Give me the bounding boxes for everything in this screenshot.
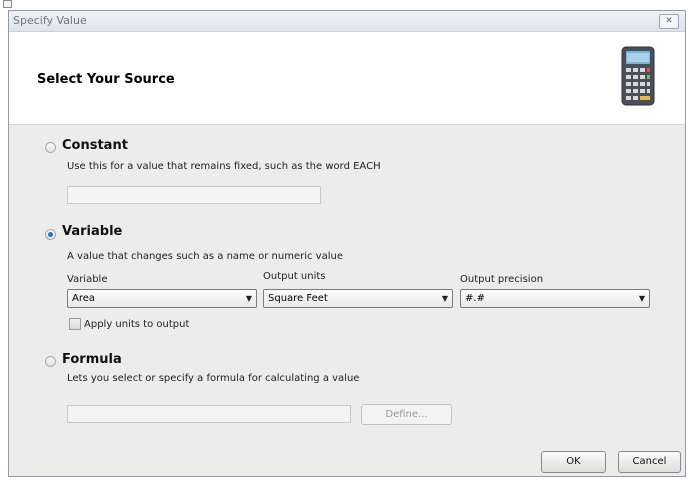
chevron-down-icon: ▼ <box>245 294 252 303</box>
cancel-button[interactable]: Cancel <box>618 451 681 473</box>
close-button[interactable]: ✕ <box>659 14 679 29</box>
variable-description: A value that changes such as a name or n… <box>67 251 343 262</box>
variable-radio[interactable] <box>45 229 56 240</box>
chevron-down-icon: ▼ <box>638 294 645 303</box>
output-precision-label: Output precision <box>460 274 544 285</box>
calculator-icon <box>621 46 655 106</box>
app-icon <box>3 0 12 8</box>
output-units-select[interactable]: Square Feet ▼ <box>263 289 453 308</box>
apply-units-checkbox[interactable] <box>69 318 81 330</box>
output-units-select-value: Square Feet <box>268 293 328 304</box>
formula-input[interactable] <box>67 405 351 423</box>
output-precision-select[interactable]: #.# ▼ <box>460 289 650 308</box>
apply-units-label: Apply units to output <box>84 319 190 330</box>
constant-input[interactable] <box>67 186 321 204</box>
constant-description: Use this for a value that remains fixed,… <box>67 161 381 172</box>
title-bar: Specify Value ✕ <box>9 11 685 32</box>
formula-label: Formula <box>62 352 122 367</box>
output-precision-select-value: #.# <box>465 293 485 304</box>
variable-select[interactable]: Area ▼ <box>67 289 257 308</box>
variable-label: Variable <box>62 224 123 239</box>
constant-label: Constant <box>62 138 128 153</box>
window-title: Specify Value <box>13 14 87 27</box>
variable-select-value: Area <box>72 293 96 304</box>
define-button[interactable]: Define... <box>361 404 452 425</box>
chevron-down-icon: ▼ <box>441 294 448 303</box>
specify-value-dialog: Specify Value ✕ Select Your Source Const… <box>8 10 686 477</box>
formula-description: Lets you select or specify a formula for… <box>67 373 360 384</box>
header-band: Select Your Source <box>9 32 685 125</box>
output-units-label: Output units <box>263 271 326 282</box>
formula-radio[interactable] <box>45 356 56 367</box>
variable-field-label: Variable <box>67 274 108 285</box>
close-icon: ✕ <box>665 16 673 26</box>
ok-button[interactable]: OK <box>541 451 606 473</box>
constant-radio[interactable] <box>45 142 56 153</box>
header-title: Select Your Source <box>37 72 175 87</box>
